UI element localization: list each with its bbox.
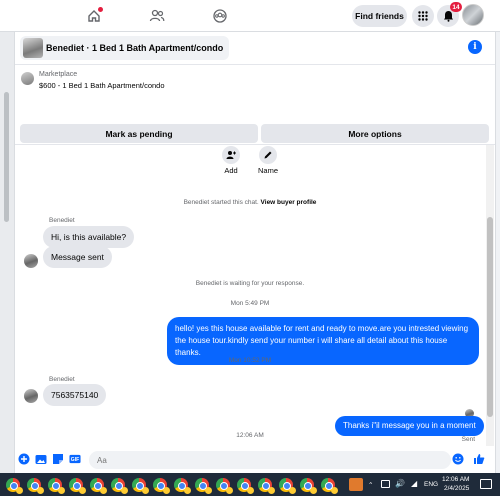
- chrome-app-icon[interactable]: [69, 478, 86, 494]
- chat-started-notice: Benediet started this chat. View buyer p…: [15, 199, 485, 206]
- chat-title-button[interactable]: Benediet · 1 Bed 1 Bath Apartment/condo: [20, 36, 230, 60]
- listing-small-thumbnail: [21, 72, 34, 85]
- add-label: Add: [224, 166, 238, 175]
- chrome-app-icon[interactable]: [6, 478, 23, 494]
- add-person-icon: [222, 146, 240, 164]
- chat-header: Benediet · 1 Bed 1 Bath Apartment/condo …: [15, 32, 495, 65]
- outgoing-message-line: the house tour.kindly send your number i…: [175, 336, 448, 357]
- chrome-app-icon[interactable]: [27, 478, 44, 494]
- sent-status: Sent: [461, 436, 475, 443]
- sender-name: Benediet: [49, 376, 75, 383]
- windows-taskbar: ⌃ 🔊 ◢ ENG 12:06 AM 2/4/2025: [0, 473, 500, 496]
- chrome-app-icon[interactable]: [111, 478, 128, 494]
- left-scroll-strip: [0, 32, 14, 473]
- chrome-app-icon[interactable]: [90, 478, 107, 494]
- sender-name: Benediet: [49, 217, 75, 224]
- chrome-app-icon[interactable]: [174, 478, 191, 494]
- svg-text:GIF: GIF: [71, 457, 79, 463]
- incoming-message: Hi, is this available?: [43, 226, 135, 248]
- marketplace-label: Marketplace: [39, 71, 78, 78]
- groups-icon[interactable]: [210, 6, 230, 26]
- outgoing-message-line: hello! yes this house available for rent…: [175, 324, 469, 333]
- plus-circle-icon[interactable]: [18, 453, 30, 465]
- message-input[interactable]: [89, 451, 451, 469]
- chrome-app-icon[interactable]: [237, 478, 254, 494]
- incoming-message: 7563575140: [43, 384, 107, 406]
- clock-date[interactable]: 2/4/2025: [444, 485, 469, 492]
- home-icon[interactable]: [84, 6, 104, 26]
- left-scroll-thumb[interactable]: [4, 92, 9, 222]
- chrome-app-icon[interactable]: [153, 478, 170, 494]
- thumbs-up-icon[interactable]: [473, 453, 485, 465]
- chat-panel: Benediet · 1 Bed 1 Bath Apartment/condo …: [14, 32, 496, 473]
- chrome-app-icon[interactable]: [195, 478, 212, 494]
- top-navigation-bar: Find friends 14: [0, 0, 500, 32]
- network-icon[interactable]: ◢: [411, 479, 417, 488]
- marketplace-listing-bar: Marketplace $600 - 1 Bed 1 Bath Apartmen…: [15, 65, 495, 145]
- photo-icon[interactable]: [35, 453, 47, 465]
- clock-time[interactable]: 12:06 AM: [442, 476, 469, 483]
- language-indicator[interactable]: ENG: [424, 481, 438, 488]
- sticker-icon[interactable]: [52, 453, 64, 465]
- incoming-message: Message sent: [43, 246, 112, 268]
- chevron-up-icon[interactable]: ⌃: [368, 481, 373, 489]
- notification-count-badge: 14: [450, 2, 462, 12]
- sender-avatar[interactable]: [24, 254, 38, 268]
- profile-avatar[interactable]: [462, 4, 484, 26]
- more-options-button[interactable]: More options: [261, 124, 489, 143]
- name-label: Name: [257, 166, 278, 175]
- listing-thumbnail: [23, 38, 43, 58]
- view-buyer-profile-link[interactable]: View buyer profile: [261, 199, 317, 206]
- pencil-icon: [259, 146, 277, 164]
- name-action[interactable]: Name: [256, 146, 280, 175]
- sender-avatar[interactable]: [24, 389, 38, 403]
- outgoing-message: Thanks i"il message you in a moment: [335, 416, 484, 436]
- battery-icon[interactable]: [381, 480, 390, 488]
- notification-center-icon[interactable]: [480, 479, 492, 489]
- emoji-icon[interactable]: [452, 453, 464, 465]
- volume-icon[interactable]: 🔊: [395, 479, 405, 488]
- message-composer: GIF: [15, 446, 495, 473]
- waiting-notice: Benediet is waiting for your response.: [195, 280, 305, 287]
- timestamp: Mon 10:52 PM: [228, 357, 272, 364]
- chat-title: Benediet · 1 Bed 1 Bath Apartment/condo: [46, 43, 224, 53]
- weather-icon[interactable]: [349, 478, 363, 491]
- add-action[interactable]: Add: [219, 146, 243, 175]
- apps-grid-icon[interactable]: [412, 5, 434, 27]
- chrome-app-icon[interactable]: [279, 478, 296, 494]
- chrome-app-icon[interactable]: [48, 478, 65, 494]
- listing-title[interactable]: $600 - 1 Bed 1 Bath Apartment/condo: [39, 81, 165, 90]
- chrome-app-icon[interactable]: [132, 478, 149, 494]
- home-notification-dot: [98, 7, 103, 12]
- gif-icon[interactable]: GIF: [69, 453, 81, 465]
- chrome-app-icon[interactable]: [300, 478, 317, 494]
- find-friends-button[interactable]: Find friends: [352, 5, 407, 27]
- chat-scrollbar[interactable]: [486, 145, 494, 455]
- chat-started-text: Benediet started this chat.: [183, 199, 259, 206]
- timestamp: Mon 5:49 PM: [230, 300, 270, 307]
- chrome-app-icon[interactable]: [216, 478, 233, 494]
- chrome-app-icon[interactable]: [258, 478, 275, 494]
- friends-icon[interactable]: [147, 6, 167, 26]
- chrome-app-icon[interactable]: [321, 478, 338, 494]
- chat-scroll-thumb[interactable]: [487, 217, 493, 417]
- info-icon[interactable]: i: [468, 40, 482, 54]
- mark-as-pending-button[interactable]: Mark as pending: [20, 124, 258, 143]
